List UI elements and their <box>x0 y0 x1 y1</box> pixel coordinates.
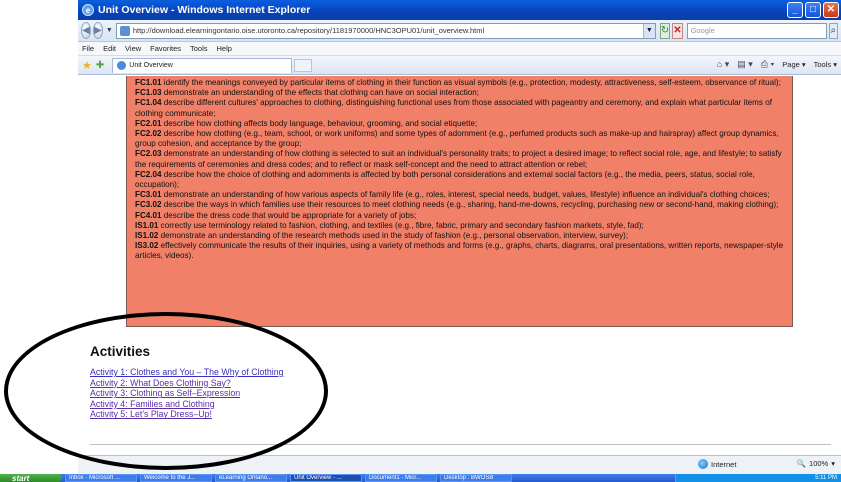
history-dropdown-icon[interactable]: ▼ <box>106 27 113 34</box>
expectation-item: IS1.02 demonstrate an understanding of t… <box>135 231 784 241</box>
expectation-code: FC1.01 <box>135 78 162 87</box>
task-elearning[interactable]: eLearning Ontario... <box>215 474 287 482</box>
security-zone[interactable]: Internet <box>698 459 736 469</box>
tab-label: Unit Overview <box>129 62 173 69</box>
globe-icon <box>698 459 708 469</box>
minimize-button[interactable]: _ <box>787 2 803 18</box>
print-icon[interactable]: ⎙ ▾ <box>761 59 774 70</box>
expectation-item: FC2.02 describe how clothing (e.g., team… <box>135 129 784 149</box>
expectation-code: FC2.02 <box>135 129 162 139</box>
menu-bar: File Edit View Favorites Tools Help <box>78 42 841 56</box>
url-dropdown-icon[interactable]: ▼ <box>642 23 655 38</box>
start-button[interactable]: start <box>0 474 62 482</box>
expectation-code: FC2.04 <box>135 169 162 179</box>
expectation-item: FC1.04 describe different cultures' appr… <box>135 98 784 118</box>
expectation-code: FC4.01 <box>135 210 162 220</box>
feeds-icon[interactable]: ▤ ▾ <box>737 59 753 70</box>
expectation-text: effectively communicate the results of t… <box>135 241 784 261</box>
expectation-code: IS1.02 <box>135 231 159 241</box>
expectation-item: FC3.02 describe the ways in which famili… <box>135 200 784 210</box>
expectation-item: FC3.01 demonstrate an understanding of h… <box>135 190 784 200</box>
stop-button[interactable]: ✕ <box>672 22 683 39</box>
clock: 5:11 PM <box>815 475 837 481</box>
menu-help[interactable]: Help <box>217 44 232 53</box>
expectation-text: describe the dress code that would be ap… <box>161 210 417 220</box>
expectation-item: IS3.02 effectively communicate the resul… <box>135 241 784 261</box>
task-document[interactable]: Document1 - Micr... <box>365 474 437 482</box>
expectation-item: IS1.01 correctly use terminology related… <box>135 221 784 231</box>
zoom-control[interactable]: 🔍 100% ▾ <box>797 459 835 468</box>
search-button[interactable]: ⌕ <box>828 22 838 39</box>
task-desktop[interactable]: Desktop : BWOSB <box>440 474 512 482</box>
ie-logo-icon: e <box>82 4 94 16</box>
zone-label: Internet <box>711 459 737 469</box>
taskbar: start Inbox - Microsoft ... Welcome to t… <box>0 474 841 482</box>
expectation-text: describe how clothing affects body langu… <box>161 118 478 128</box>
expectation-text: correctly use terminology related to fas… <box>158 220 644 230</box>
expectation-text: describe different cultures' approaches … <box>135 98 772 118</box>
search-input[interactable]: Google <box>686 22 827 39</box>
menu-file[interactable]: File <box>82 44 94 53</box>
expectations-box: FC1.01 identify the meanings conveyed by… <box>126 76 793 327</box>
task-welcome[interactable]: Welcome to the J... <box>140 474 212 482</box>
refresh-button[interactable]: ↻ <box>659 22 671 39</box>
expectation-code: FC1.03 <box>135 88 162 98</box>
menu-favorites[interactable]: Favorites <box>150 44 181 53</box>
favorites-star-icon[interactable]: ★ <box>82 59 92 72</box>
expectation-item: FC1.01 identify the meanings conveyed by… <box>135 78 784 88</box>
add-favorites-icon[interactable]: ✚ <box>96 60 104 71</box>
expectation-item: FC2.03 demonstrate an understanding of h… <box>135 149 784 169</box>
maximize-button[interactable]: □ <box>805 2 821 18</box>
expectation-code: FC1.04 <box>135 98 162 108</box>
expectation-text: demonstrate an understanding of the rese… <box>158 231 629 241</box>
expectation-item: FC4.01 describe the dress code that woul… <box>135 211 784 221</box>
window-controls: _ □ ✕ <box>787 2 839 18</box>
expectation-item: FC1.03 demonstrate an understanding of t… <box>135 88 784 98</box>
menu-tools[interactable]: Tools <box>190 44 208 53</box>
expectation-code: FC3.01 <box>135 190 162 200</box>
task-inbox[interactable]: Inbox - Microsoft ... <box>65 474 137 482</box>
url-field[interactable]: http://download.elearningontario.oise.ut… <box>115 22 656 39</box>
tab-bar: ★ ✚ Unit Overview ⌂ ▾ ▤ ▾ ⎙ ▾ Page ▾ Too… <box>78 56 841 75</box>
window-title: Unit Overview - Windows Internet Explore… <box>98 4 311 16</box>
system-tray: 5:11 PM <box>675 474 841 482</box>
url-text: http://download.elearningontario.oise.ut… <box>132 26 485 35</box>
task-unit-overview[interactable]: Unit Overview - ... <box>290 474 362 482</box>
tab-unit-overview[interactable]: Unit Overview <box>112 57 293 73</box>
expectation-code: FC2.01 <box>135 118 162 128</box>
expectation-text: demonstrate an understanding of how vari… <box>161 190 770 200</box>
close-button[interactable]: ✕ <box>823 2 839 18</box>
expectation-text: describe how clothing (e.g., team, schoo… <box>135 129 779 149</box>
home-icon[interactable]: ⌂ ▾ <box>717 59 729 70</box>
tab-page-icon <box>117 61 127 70</box>
page-menu[interactable]: Page ▾ <box>782 60 805 69</box>
expectation-code: FC3.02 <box>135 200 162 210</box>
zoom-level: 100% <box>809 459 829 468</box>
zoom-dropdown-icon: ▾ <box>831 459 835 468</box>
forward-button[interactable]: ▶ <box>92 22 103 39</box>
new-tab-button[interactable] <box>294 58 313 72</box>
menu-view[interactable]: View <box>125 44 141 53</box>
annotation-ellipse <box>4 312 328 470</box>
zoom-icon: 🔍 <box>796 459 807 468</box>
expectation-item: FC2.01 describe how clothing affects bod… <box>135 119 784 129</box>
back-button[interactable]: ◀ <box>81 22 91 39</box>
tools-menu[interactable]: Tools ▾ <box>814 60 837 69</box>
expectation-text: demonstrate an understanding of the effe… <box>161 88 480 98</box>
expectation-code: IS3.02 <box>135 241 159 251</box>
menu-edit[interactable]: Edit <box>103 44 116 53</box>
expectation-item: FC2.04 describe how the choice of clothi… <box>135 170 784 190</box>
expectation-text: describe the ways in which families use … <box>161 200 779 210</box>
page-icon <box>119 25 130 36</box>
command-bar: ⌂ ▾ ▤ ▾ ⎙ ▾ Page ▾ Tools ▾ <box>717 59 837 70</box>
address-bar: ◀ ▶ ▼ http://download.elearningontario.o… <box>78 20 841 42</box>
title-bar[interactable]: e Unit Overview - Windows Internet Explo… <box>78 0 841 20</box>
expectation-text: demonstrate an understanding of how clot… <box>135 149 782 169</box>
expectation-code: IS1.01 <box>135 220 159 230</box>
expectation-code: FC2.03 <box>135 149 162 159</box>
expectation-text: describe how the choice of clothing and … <box>135 169 755 190</box>
expectation-text: identify the meanings conveyed by partic… <box>161 78 781 87</box>
